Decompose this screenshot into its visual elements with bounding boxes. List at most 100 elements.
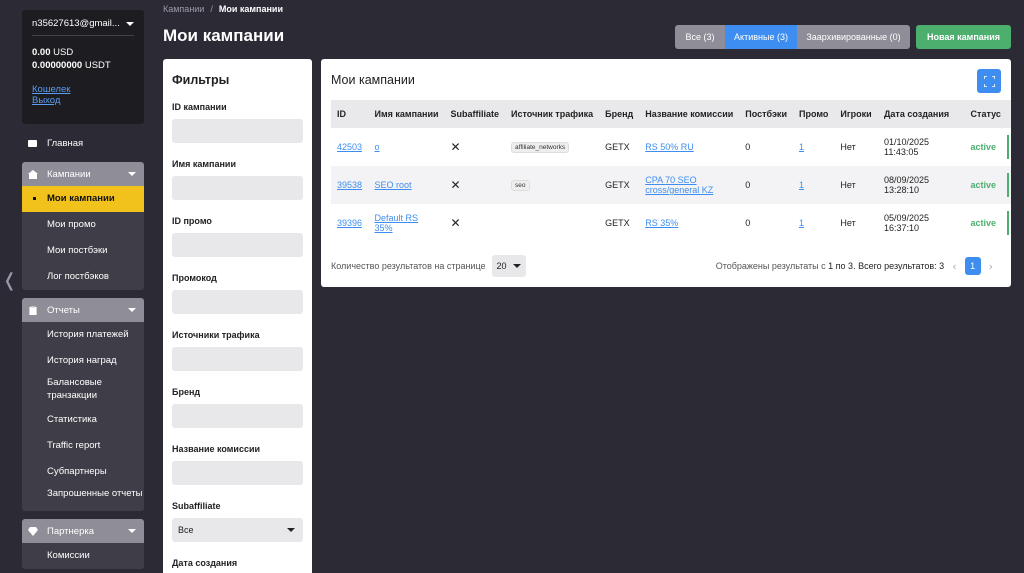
- logout-link[interactable]: Выход: [32, 95, 134, 106]
- postbacks-cell: 0: [745, 218, 751, 228]
- nav-item-statistics[interactable]: Статистика: [22, 407, 144, 433]
- col-postbacks[interactable]: Постбэки: [739, 100, 793, 128]
- diamond-icon: [28, 526, 38, 536]
- nav-group-campaigns-label: Кампании: [47, 168, 91, 180]
- balance-usd: 0.00 USD: [32, 47, 74, 58]
- nav-item-traffic-report[interactable]: Traffic report: [22, 433, 144, 459]
- players-cell: Нет: [840, 218, 856, 228]
- breadcrumb: Кампании / Мои кампании: [163, 4, 283, 14]
- campaign-id-input[interactable]: [172, 119, 303, 143]
- col-brand[interactable]: Бренд: [599, 100, 639, 128]
- new-campaign-button[interactable]: Новая кампания: [916, 25, 1011, 49]
- campaign-name-input[interactable]: [172, 176, 303, 200]
- tab-archived[interactable]: Заархивированные (0): [797, 25, 910, 49]
- col-promo[interactable]: Промо: [793, 100, 834, 128]
- traffic-source-tag: seo: [511, 180, 530, 191]
- fullscreen-button[interactable]: [977, 69, 1001, 93]
- tab-all[interactable]: Все (3): [675, 25, 725, 49]
- house-icon: [28, 169, 38, 179]
- commission-name-label: Название комиссии: [172, 444, 261, 454]
- promocode-input[interactable]: [172, 290, 303, 314]
- nav-item-commissions[interactable]: Комиссии: [22, 543, 144, 569]
- clipboard-icon: [29, 305, 37, 315]
- brand-cell: GETX: [605, 218, 630, 228]
- campaign-id-label: ID кампании: [172, 102, 227, 112]
- wallet-link[interactable]: Кошелек: [32, 84, 134, 95]
- campaign-name-link[interactable]: o: [375, 142, 380, 152]
- status-badge: active: [970, 180, 997, 190]
- promo-link[interactable]: 1: [799, 142, 804, 152]
- promo-link[interactable]: 1: [799, 218, 804, 228]
- account-card: n35627613@gmail... 0.00 USD 0.00000000 U…: [22, 10, 144, 124]
- campaign-name-label: Имя кампании: [172, 159, 236, 169]
- table-row: 39396 Default RS 35% ✕ GETX RS 35% 0 1 Н…: [331, 204, 1011, 242]
- page-title: Мои кампании: [163, 26, 285, 45]
- promo-link[interactable]: 1: [799, 180, 804, 190]
- nav-group-campaigns: Кампании Мои кампании Мои промо Мои пост…: [22, 162, 144, 290]
- row-actions-handle[interactable]: [1006, 135, 1009, 159]
- brand-input[interactable]: [172, 404, 303, 428]
- page-button-current[interactable]: 1: [964, 257, 981, 275]
- col-id[interactable]: ID: [331, 100, 369, 128]
- brand-cell: GETX: [605, 142, 630, 152]
- nav-item-subpartners[interactable]: Субпартнеры: [22, 459, 144, 485]
- campaign-name-link[interactable]: SEO root: [375, 180, 412, 190]
- col-traffic-source[interactable]: Источник трафика: [505, 100, 599, 128]
- nav-item-requested-reports[interactable]: Запрошенные отчеты: [22, 485, 144, 511]
- chevron-down-icon: [128, 529, 136, 533]
- traffic-source-cell: [505, 204, 599, 242]
- campaign-id-link[interactable]: 42503: [337, 142, 362, 152]
- nav-item-my-campaigns[interactable]: Мои кампании: [22, 186, 144, 212]
- table-header-row: ID Имя кампании Subaffiliate Источник тр…: [331, 100, 1011, 128]
- campaigns-table: ID Имя кампании Subaffiliate Источник тр…: [331, 100, 1011, 242]
- col-actions: [1007, 100, 1011, 128]
- table-row: 42503 o ✕ affiliate_networks GETX RS 50%…: [331, 128, 1011, 166]
- tab-active[interactable]: Активные (3): [725, 25, 797, 49]
- expand-icon: [983, 75, 995, 87]
- chevron-down-icon: [128, 308, 136, 312]
- nav-home[interactable]: Главная: [22, 132, 144, 154]
- account-dropdown[interactable]: n35627613@gmail...: [32, 18, 134, 36]
- nav-item-postback-log[interactable]: Лог постбэков: [22, 264, 144, 290]
- commission-link[interactable]: CPA 70 SEO cross/general KZ: [645, 175, 713, 195]
- nav-group-campaigns-header[interactable]: Кампании: [22, 162, 144, 186]
- traffic-sources-input[interactable]: [172, 347, 303, 371]
- breadcrumb-parent[interactable]: Кампании: [163, 4, 204, 14]
- nav-group-partner-header[interactable]: Партнерка: [22, 519, 144, 543]
- traffic-sources-label: Источники трафика: [172, 330, 260, 340]
- nav-item-payment-history[interactable]: История платежей: [22, 322, 144, 348]
- campaign-id-link[interactable]: 39396: [337, 218, 362, 228]
- col-commission[interactable]: Название комиссии: [639, 100, 739, 128]
- col-subaffiliate[interactable]: Subaffiliate: [445, 100, 506, 128]
- nav-group-partner: Партнерка Комиссии: [22, 519, 144, 569]
- nav-item-balance-transactions[interactable]: Балансовые транзакции: [22, 374, 144, 407]
- chevron-right-icon[interactable]: ›: [989, 260, 993, 273]
- campaign-id-link[interactable]: 39538: [337, 180, 362, 190]
- created-cell: 08/09/2025 13:28:10: [884, 175, 930, 195]
- nav-item-reward-history[interactable]: История наград: [22, 348, 144, 374]
- col-status[interactable]: Статус: [965, 100, 1007, 128]
- row-actions-handle[interactable]: [1006, 211, 1009, 235]
- players-cell: Нет: [840, 180, 856, 190]
- commission-name-input[interactable]: [172, 461, 303, 485]
- commission-link[interactable]: RS 50% RU: [645, 142, 694, 152]
- postbacks-cell: 0: [745, 142, 751, 152]
- nav-item-my-promo[interactable]: Мои промо: [22, 212, 144, 238]
- nav-group-reports-header[interactable]: Отчеты: [22, 298, 144, 322]
- per-page-select[interactable]: 20: [491, 255, 526, 277]
- col-players[interactable]: Игроки: [834, 100, 878, 128]
- sidebar-collapse-icon[interactable]: ❬: [2, 270, 17, 291]
- col-name[interactable]: Имя кампании: [369, 100, 445, 128]
- commission-link[interactable]: RS 35%: [645, 218, 678, 228]
- subaffiliate-select[interactable]: Все: [172, 518, 303, 542]
- nav-item-my-postbacks[interactable]: Мои постбэки: [22, 238, 144, 264]
- row-actions-handle[interactable]: [1006, 173, 1009, 197]
- col-created[interactable]: Дата создания: [878, 100, 965, 128]
- cross-icon: ✕: [450, 178, 461, 192]
- promo-id-input[interactable]: [172, 233, 303, 257]
- chevron-down-icon: [128, 172, 136, 176]
- chevron-down-icon: [126, 21, 134, 26]
- brand-label: Бренд: [172, 387, 201, 397]
- chevron-left-icon[interactable]: ‹: [952, 260, 956, 273]
- campaign-name-link[interactable]: Default RS 35%: [375, 213, 419, 233]
